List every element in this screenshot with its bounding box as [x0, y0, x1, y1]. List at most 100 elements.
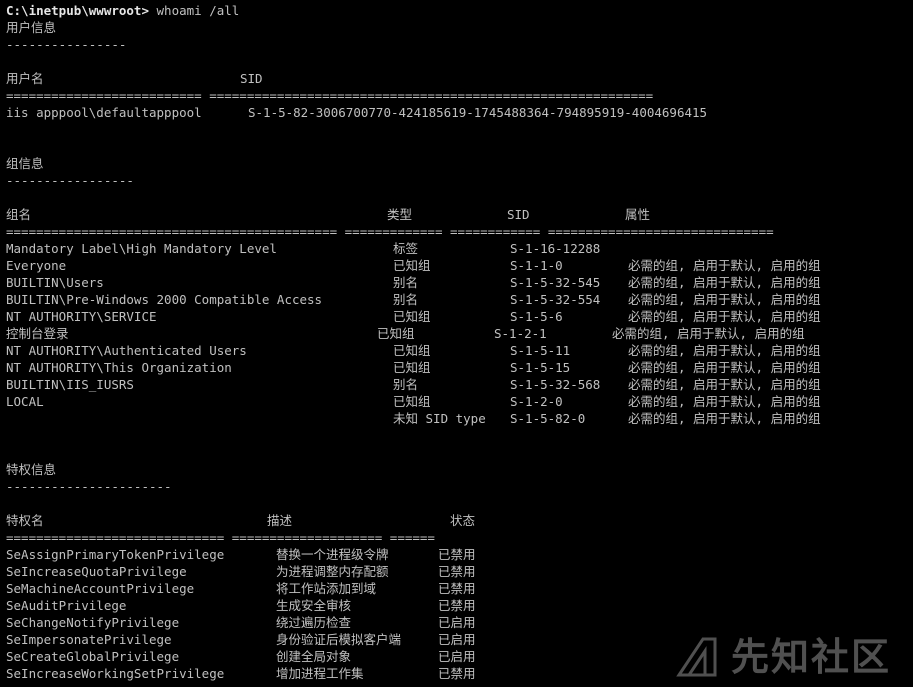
- priv-name: SeAuditPrivilege: [6, 598, 127, 613]
- group-row: LOCAL 已知组 S-1-2-0 必需的组, 启用于默认, 启用的组: [6, 393, 911, 410]
- group-sid: S-1-5-15: [510, 360, 571, 375]
- group-type: 别名: [393, 292, 419, 307]
- priv-row: SeAuditPrivilege 生成安全审核 已禁用: [6, 597, 911, 614]
- group-attr: 必需的组, 启用于默认, 启用的组: [628, 258, 821, 273]
- group-name: LOCAL: [6, 394, 44, 409]
- priv-desc: 创建全局对象: [276, 649, 352, 664]
- priv-desc: 增加进程工作集: [276, 666, 364, 681]
- group-attr: 必需的组, 启用于默认, 启用的组: [628, 360, 821, 375]
- group-row: NT AUTHORITY\Authenticated Users 已知组 S-1-5…: [6, 342, 911, 359]
- priv-name: SeMachineAccountPrivilege: [6, 581, 195, 596]
- watermark: 先知社区: [675, 635, 891, 679]
- priv-row: SeAssignPrimaryTokenPrivilege 替换一个进程级令牌 已禁…: [6, 546, 911, 563]
- priv-desc: 生成安全审核: [276, 598, 352, 613]
- priv-name: SeCreateGlobalPrivilege: [6, 649, 180, 664]
- group-sid: S-1-1-0: [510, 258, 563, 273]
- priv-name: SeIncreaseWorkingSetPrivilege: [6, 666, 225, 681]
- priv-state: 已禁用: [438, 666, 476, 681]
- group-name: BUILTIN\Users: [6, 275, 104, 290]
- group-type: 已知组: [393, 360, 431, 375]
- console-output: C:\inetpub\wwwroot> whoami /all 用户信息 ---…: [6, 2, 911, 682]
- group-type: 已知组: [393, 343, 431, 358]
- group-type: 标签: [393, 241, 419, 256]
- group-name: BUILTIN\IIS_IUSRS: [6, 377, 134, 392]
- watermark-text: 先知社区: [730, 635, 891, 679]
- command-line[interactable]: C:\inetpub\wwwroot> whoami /all: [6, 2, 911, 19]
- group-sid: S-1-2-1: [494, 326, 547, 341]
- group-sid: S-1-5-32-554: [510, 292, 601, 307]
- priv-name: SeImpersonatePrivilege: [6, 632, 172, 647]
- group-attr: 必需的组, 启用于默认, 启用的组: [628, 343, 821, 358]
- group-attr: 必需的组, 启用于默认, 启用的组: [612, 326, 805, 341]
- priv-row: SeIncreaseQuotaPrivilege 为进程调整内存配额 已禁用: [6, 563, 911, 580]
- priv-name: SeChangeNotifyPrivilege: [6, 615, 180, 630]
- group-sid: S-1-16-12288: [510, 241, 601, 256]
- priv-desc: 绕过遍历检查: [276, 615, 352, 630]
- group-type: 已知组: [393, 258, 431, 273]
- user-row: iis apppool\defaultapppool S-1-5-82-3006…: [6, 104, 911, 121]
- user-info-title: 用户信息: [6, 20, 57, 35]
- group-type: 别名: [393, 275, 419, 290]
- priv-state: 已禁用: [438, 598, 476, 613]
- group-name: NT AUTHORITY\SERVICE: [6, 309, 157, 324]
- priv-state: 已禁用: [438, 564, 476, 579]
- group-table-separator: ========================================…: [6, 224, 774, 239]
- group-rows: Mandatory Label\High Mandatory Level 标签 S-…: [6, 240, 911, 427]
- group-row: BUILTIN\Users 别名 S-1-5-32-545 必需的组, 启用于默认, …: [6, 274, 911, 291]
- group-info-title: 组信息: [6, 156, 44, 171]
- user-name: iis apppool\defaultapppool: [6, 105, 202, 120]
- priv-state: 已禁用: [438, 547, 476, 562]
- group-row: 控制台登录 已知组 S-1-2-1 必需的组, 启用于默认, 启用的组: [6, 325, 911, 342]
- priv-state: 已禁用: [438, 581, 476, 596]
- group-row: 未知 SID type S-1-5-82-0 必需的组, 启用于默认, 启用的组: [6, 410, 911, 427]
- priv-desc: 将工作站添加到域: [276, 581, 377, 596]
- header-username: 用户名: [6, 71, 44, 86]
- group-row: BUILTIN\Pre-Windows 2000 Compatible Acce…: [6, 291, 911, 308]
- priv-state: 已启用: [438, 649, 476, 664]
- group-row: NT AUTHORITY\This Organization 已知组 S-1-5-1…: [6, 359, 911, 376]
- group-sid: S-1-5-32-545: [510, 275, 601, 290]
- user-table-separator: ========================== =============…: [6, 88, 654, 103]
- group-row: BUILTIN\IIS_IUSRS 别名 S-1-5-32-568 必需的组, 启用于…: [6, 376, 911, 393]
- group-sid: S-1-5-32-568: [510, 377, 601, 392]
- group-type: 别名: [393, 377, 419, 392]
- xianzhi-logo-icon: [676, 637, 717, 677]
- header-group-name: 组名: [6, 207, 32, 222]
- group-attr: 必需的组, 启用于默认, 启用的组: [628, 292, 821, 307]
- group-name: Everyone: [6, 258, 67, 273]
- group-name: BUILTIN\Pre-Windows 2000 Compatible Acce…: [6, 292, 323, 307]
- user-info-underline: ----------------: [6, 37, 127, 52]
- group-attr: 必需的组, 启用于默认, 启用的组: [628, 411, 821, 426]
- group-name: NT AUTHORITY\This Organization: [6, 360, 232, 375]
- group-attr: 必需的组, 启用于默认, 启用的组: [628, 394, 821, 409]
- priv-state: 已启用: [438, 615, 476, 630]
- priv-desc: 为进程调整内存配额: [276, 564, 389, 579]
- group-name: NT AUTHORITY\Authenticated Users: [6, 343, 247, 358]
- header-desc: 描述: [267, 513, 293, 528]
- group-attr: 必需的组, 启用于默认, 启用的组: [628, 377, 821, 392]
- group-name: 控制台登录: [6, 326, 69, 341]
- header-group-sid: SID: [507, 207, 530, 222]
- priv-table-separator: ============================= ==========…: [6, 530, 435, 545]
- group-name: Mandatory Label\High Mandatory Level: [6, 241, 277, 256]
- user-sid: S-1-5-82-3006700770-424185619-1745488364…: [248, 105, 708, 120]
- group-sid: S-1-5-11: [510, 343, 571, 358]
- group-info-underline: -----------------: [6, 173, 134, 188]
- header-attr: 属性: [625, 207, 651, 222]
- group-attr: 必需的组, 启用于默认, 启用的组: [628, 309, 821, 324]
- priv-row: SeMachineAccountPrivilege 将工作站添加到域 已禁用: [6, 580, 911, 597]
- priv-table-header: 特权名 描述 状态: [6, 512, 911, 529]
- group-row: Everyone 已知组 S-1-1-0 必需的组, 启用于默认, 启用的组: [6, 257, 911, 274]
- group-sid: S-1-5-82-0: [510, 411, 586, 426]
- header-priv-name: 特权名: [6, 513, 44, 528]
- group-row: NT AUTHORITY\SERVICE 已知组 S-1-5-6 必需的组, 启用于默…: [6, 308, 911, 325]
- group-sid: S-1-2-0: [510, 394, 563, 409]
- priv-row: SeChangeNotifyPrivilege 绕过遍历检查 已启用: [6, 614, 911, 631]
- group-type: 已知组: [393, 309, 431, 324]
- group-type: 已知组: [393, 394, 431, 409]
- command-text: whoami /all: [149, 3, 240, 18]
- group-type: 未知 SID type: [393, 411, 486, 426]
- header-sid: SID: [240, 71, 263, 86]
- priv-desc: 替换一个进程级令牌: [276, 547, 389, 562]
- priv-name: SeIncreaseQuotaPrivilege: [6, 564, 187, 579]
